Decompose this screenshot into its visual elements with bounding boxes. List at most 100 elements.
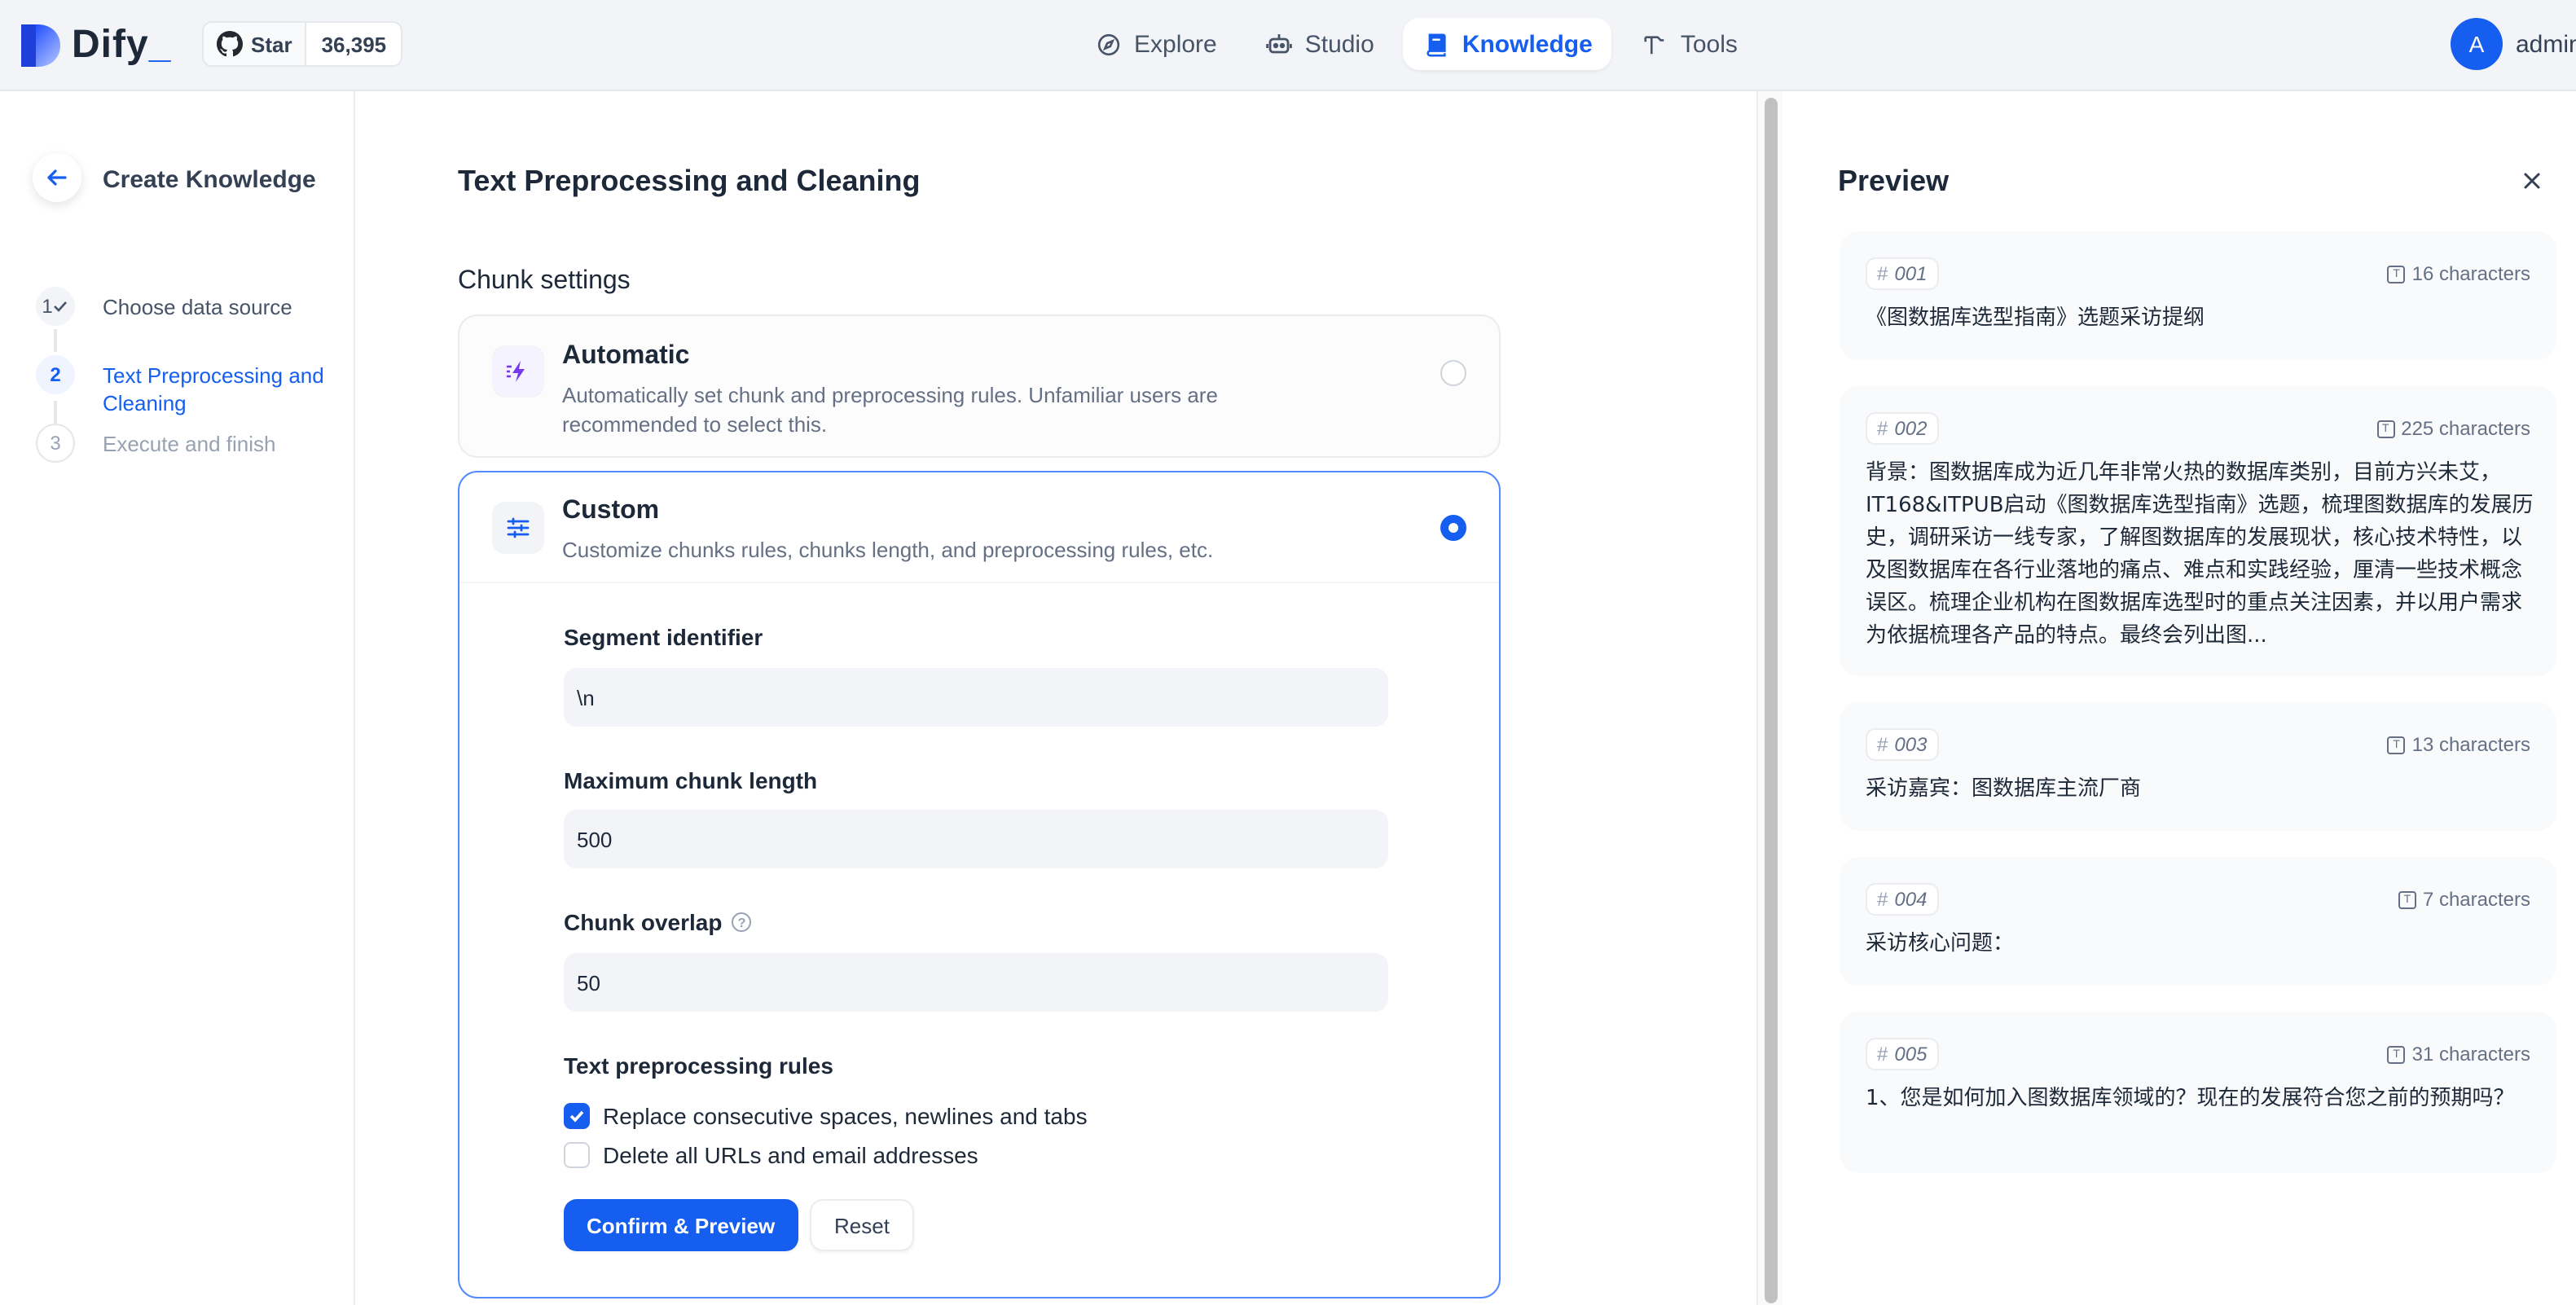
- hammer-icon: [1642, 31, 1668, 57]
- check-icon: [569, 1110, 584, 1123]
- compass-icon: [1095, 31, 1121, 57]
- step-1-label: Choose data source: [103, 295, 292, 319]
- text-doc-icon: T: [2387, 265, 2406, 283]
- chunk-overlap-input[interactable]: 50: [564, 953, 1388, 1012]
- step-connector: [54, 329, 57, 352]
- automatic-title: Automatic: [562, 342, 690, 370]
- automatic-radio[interactable]: [1440, 360, 1466, 386]
- segment-identifier-label: Segment identifier: [564, 624, 763, 650]
- segment-text: 1、您是如何加入图数据库领域的？现在的发展符合您之前的预期吗？: [1866, 1087, 2515, 1111]
- rule-delete-urls-checkbox[interactable]: [564, 1142, 590, 1168]
- main-scrollbar[interactable]: [1756, 91, 1783, 1305]
- segment-id: #002: [1866, 412, 1939, 445]
- top-header: Dify_ Star 36,395 Explore Studio Knowled…: [0, 0, 2576, 91]
- rule-delete-urls[interactable]: Delete all URLs and email addresses: [564, 1142, 978, 1168]
- lightning-icon: [492, 345, 544, 398]
- confirm-preview-button[interactable]: Confirm & Preview: [564, 1199, 798, 1251]
- back-button[interactable]: [33, 153, 81, 202]
- segment-id: #001: [1866, 257, 1939, 290]
- arrow-left-icon: [47, 169, 67, 186]
- rule-replace-spaces-checkbox[interactable]: [564, 1103, 590, 1129]
- preprocessing-rules-label: Text preprocessing rules: [564, 1052, 833, 1079]
- nav-knowledge[interactable]: Knowledge: [1403, 18, 1612, 70]
- text-doc-icon: T: [2376, 420, 2395, 437]
- automatic-description: Automatically set chunk and preprocessin…: [562, 383, 1218, 437]
- text-doc-icon: T: [2387, 1045, 2406, 1063]
- reset-button[interactable]: Reset: [810, 1199, 914, 1251]
- segment-char-count: T 16 characters: [2387, 262, 2530, 285]
- segment-char-count: T 31 characters: [2387, 1043, 2530, 1066]
- main-nav: Explore Studio Knowledge Tools: [1075, 18, 1757, 70]
- nav-explore[interactable]: Explore: [1075, 18, 1237, 70]
- preview-segment[interactable]: #003 T 13 characters 采访嘉宾：图数据库主流厂商: [1840, 702, 2556, 831]
- main-content: Text Preprocessing and Cleaning Chunk se…: [357, 91, 1750, 1305]
- step-2-label: Text Preprocessing and Cleaning: [103, 363, 324, 415]
- help-icon[interactable]: ?: [732, 912, 752, 932]
- segment-char-count: T7 characters: [2398, 888, 2530, 911]
- avatar[interactable]: A: [2451, 18, 2503, 70]
- nav-knowledge-label: Knowledge: [1462, 30, 1593, 58]
- check-icon: [54, 301, 68, 312]
- hash-icon: #: [1877, 1043, 1888, 1066]
- text-doc-icon: T: [2387, 736, 2406, 754]
- segment-char-count: T 13 characters: [2387, 733, 2530, 756]
- preview-segment[interactable]: #005 T 31 characters 1、您是如何加入图数据库领域的？现在的发…: [1840, 1012, 2556, 1173]
- segment-identifier-input[interactable]: \n: [564, 668, 1388, 727]
- nav-studio[interactable]: Studio: [1246, 18, 1394, 70]
- scrollbar-thumb[interactable]: [1765, 98, 1778, 1303]
- rule-replace-spaces[interactable]: Replace consecutive spaces, newlines and…: [564, 1103, 1088, 1129]
- step-1-indicator: 1: [36, 287, 75, 326]
- dify-logo[interactable]: Dify_: [20, 23, 171, 68]
- rule-delete-urls-label: Delete all URLs and email addresses: [603, 1142, 978, 1168]
- segment-text: 《图数据库选型指南》选题采访提纲: [1866, 306, 2205, 331]
- preview-segment[interactable]: #004 T7 characters 采访核心问题：: [1840, 857, 2556, 986]
- star-label: Star: [251, 32, 292, 56]
- preview-segment[interactable]: #002 T 225 characters 背景：图数据库成为近几年非常火热的数据…: [1840, 386, 2556, 676]
- step-connector: [54, 401, 57, 424]
- nav-tools[interactable]: Tools: [1622, 18, 1757, 70]
- segment-text: 采访核心问题：: [1866, 932, 2015, 956]
- star-count[interactable]: 36,395: [307, 23, 402, 65]
- step-3-indicator: 3: [36, 424, 75, 463]
- logo-text: Dify_: [72, 23, 172, 67]
- rule-replace-spaces-label: Replace consecutive spaces, newlines and…: [603, 1103, 1088, 1129]
- segment-id: #003: [1866, 728, 1939, 761]
- max-chunk-length-label: Maximum chunk length: [564, 767, 818, 793]
- text-doc-icon: T: [2398, 890, 2416, 908]
- page-title: Text Preprocessing and Cleaning: [458, 165, 921, 197]
- preview-title: Preview: [1838, 165, 1950, 197]
- step-2-indicator: 2: [36, 355, 75, 394]
- hash-icon: #: [1877, 888, 1888, 911]
- hash-icon: #: [1877, 417, 1888, 440]
- max-chunk-length-input[interactable]: 500: [564, 810, 1388, 868]
- user-menu[interactable]: A admin: [2451, 18, 2576, 70]
- github-star-button[interactable]: Star: [204, 23, 307, 65]
- segment-char-count: T 225 characters: [2376, 417, 2530, 440]
- github-icon: [217, 31, 243, 57]
- segment-id: #005: [1866, 1038, 1939, 1070]
- hash-icon: #: [1877, 262, 1888, 285]
- sliders-icon: [492, 502, 544, 554]
- preview-panel: Preview #001 T 16 characters 《图数据库选型指南》选题…: [1784, 91, 2576, 1305]
- sidebar-title: Create Knowledge: [103, 166, 316, 194]
- steps-sidebar: Create Knowledge 1 Choose data source 2 …: [0, 91, 355, 1305]
- custom-title: Custom: [562, 497, 660, 525]
- segment-id: #004: [1866, 883, 1939, 916]
- custom-option-card[interactable]: Custom Customize chunks rules, chunks le…: [458, 471, 1501, 1298]
- step-3-label: Execute and finish: [103, 432, 276, 456]
- custom-description: Customize chunks rules, chunks length, a…: [562, 538, 1214, 562]
- nav-studio-label: Studio: [1304, 30, 1374, 58]
- github-star-widget[interactable]: Star 36,395: [202, 21, 403, 67]
- segment-text: 背景：图数据库成为近几年非常火热的数据库类别，目前方兴未艾，IT168&ITPU…: [1866, 461, 2534, 648]
- nav-explore-label: Explore: [1134, 30, 1217, 58]
- chunk-settings-heading: Chunk settings: [458, 267, 631, 295]
- custom-radio[interactable]: [1440, 515, 1466, 541]
- segment-text: 采访嘉宾：图数据库主流厂商: [1866, 777, 2142, 802]
- hash-icon: #: [1877, 733, 1888, 756]
- user-name[interactable]: admin: [2516, 30, 2576, 58]
- close-icon[interactable]: [2522, 171, 2542, 191]
- automatic-option-card[interactable]: Automatic Automatically set chunk and pr…: [458, 314, 1501, 458]
- chunk-overlap-label: Chunk overlap ?: [564, 909, 752, 935]
- dify-logo-mark: [21, 24, 60, 67]
- preview-segment[interactable]: #001 T 16 characters 《图数据库选型指南》选题采访提纲: [1840, 231, 2556, 360]
